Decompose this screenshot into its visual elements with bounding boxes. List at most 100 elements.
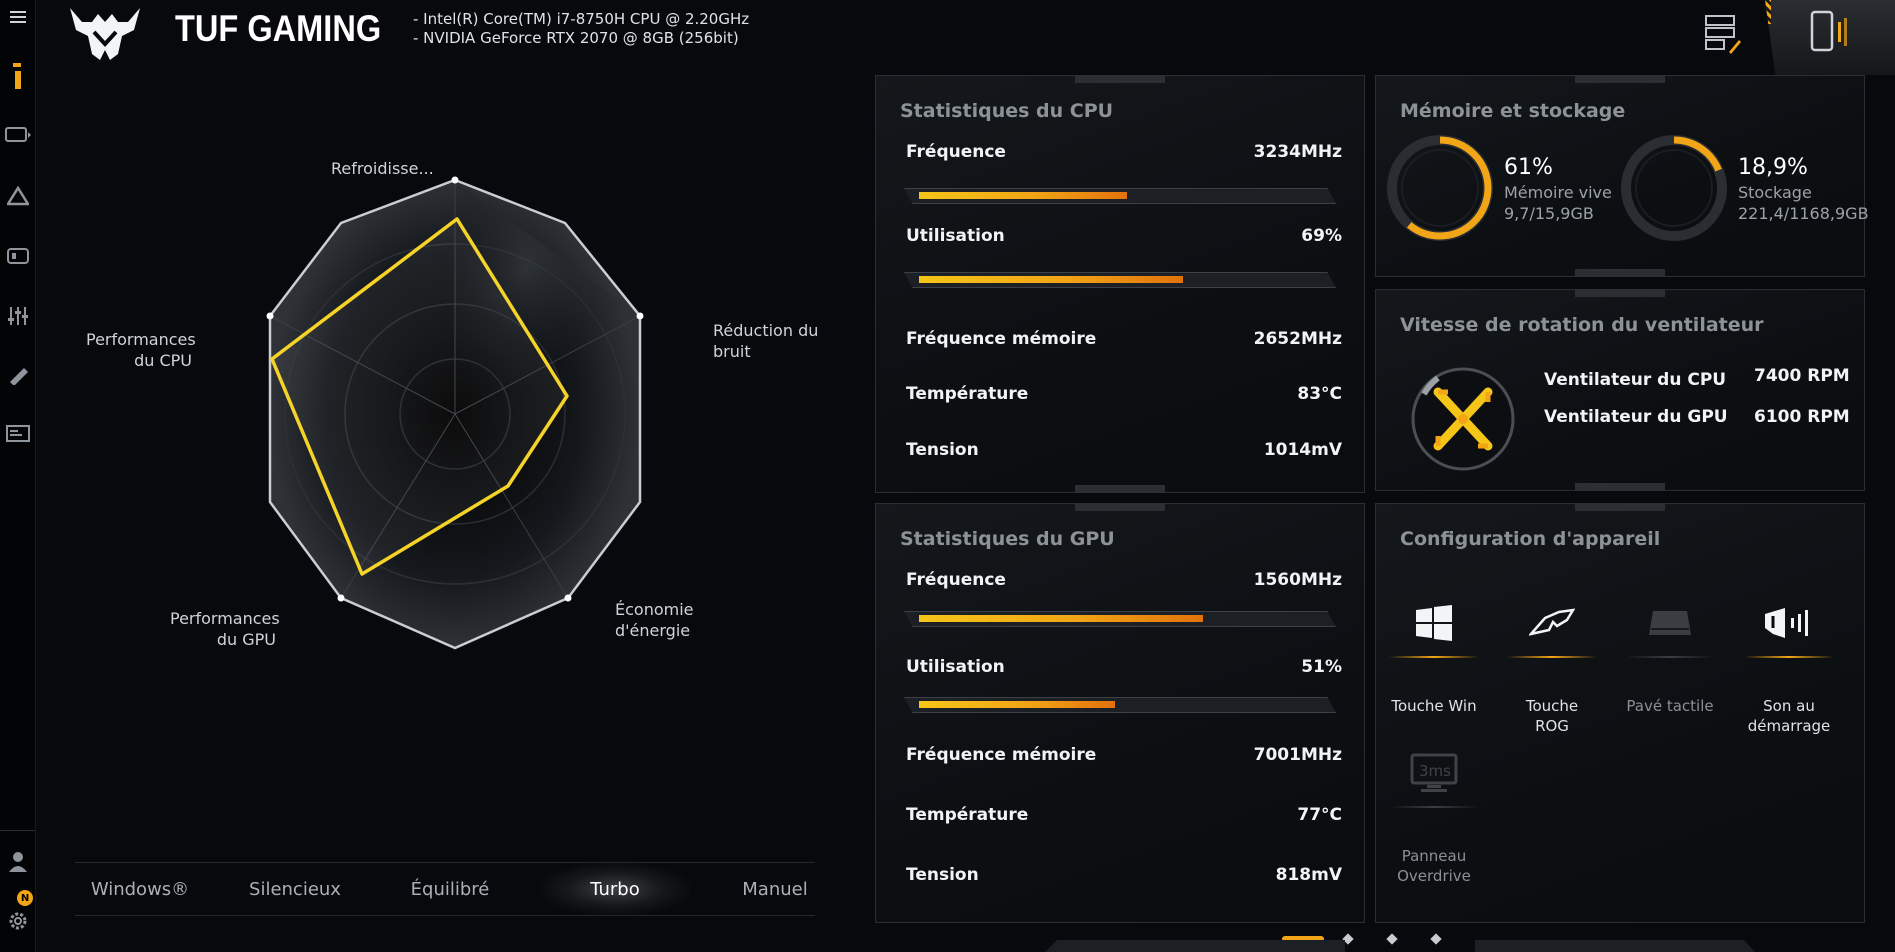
panel-notch-bottom [1575, 483, 1665, 491]
notification-badge: N [17, 890, 33, 906]
gpu-mem-freq-value: 7001MHz [1253, 745, 1342, 765]
panel-overdrive-toggle[interactable]: 3ms [1389, 738, 1479, 808]
panel-notch-top [1075, 503, 1165, 511]
panel-overdrive-indicator [1389, 806, 1479, 808]
gpu-frequency-bar [904, 611, 1336, 627]
page-dot-3 [1386, 933, 1398, 945]
scenario-profile-icon[interactable] [0, 180, 35, 212]
radar-vertex-energy [564, 594, 572, 602]
radar-label-cpu: Performances du CPU [86, 329, 196, 371]
touche-rog-toggle[interactable] [1507, 588, 1597, 658]
equalizer-icon[interactable] [0, 300, 35, 332]
mode-windows[interactable]: Windows® [75, 863, 205, 915]
edit-layout-button[interactable] [1700, 10, 1744, 56]
windows-icon [1416, 605, 1452, 641]
cpu-frequency-value: 3234MHz [1253, 142, 1342, 162]
storage-ring-gauge [1621, 135, 1727, 241]
ram-info: 61% Mémoire vive 9,7/15,9GB [1504, 154, 1612, 224]
radar-label-energy-line1: Économie [615, 600, 694, 619]
home-icon[interactable] [0, 60, 35, 92]
device-config-panel: Configuration d'appareil Touche Win Touc… [1375, 503, 1865, 923]
footer-bar-right [1475, 940, 1755, 952]
touche-rog-indicator [1507, 656, 1597, 658]
gpu-temp-value: 77°C [1297, 805, 1342, 825]
cpu-frequency-label: Fréquence [906, 142, 1006, 162]
overdrive-icon: 3ms [1410, 753, 1458, 792]
mode-balanced[interactable]: Équilibré [385, 863, 515, 915]
memory-panel-title: Mémoire et stockage [1400, 100, 1626, 122]
cpu-info: - Intel(R) Core(TM) i7-8750H CPU @ 2.20G… [413, 10, 750, 28]
gpu-temp-label: Température [906, 805, 1029, 825]
gpu-usage-bar [904, 697, 1336, 713]
panel-notch-bottom [1075, 485, 1165, 493]
ram-label: Mémoire vive [1504, 183, 1612, 202]
touchpad-icon [1649, 611, 1691, 635]
radar-label-noise: Réduction du bruit [713, 320, 818, 362]
game-visual-icon[interactable] [0, 240, 35, 272]
rog-icon [1529, 608, 1575, 636]
gpu-usage-value: 51% [1301, 657, 1342, 677]
hazard-stripe [1765, 0, 1771, 24]
fan-icon [1411, 367, 1515, 471]
radar-label-cpu-line1: Performances [86, 330, 196, 349]
boot-sound-toggle[interactable] [1744, 588, 1834, 658]
touche-win-indicator [1389, 656, 1479, 658]
panel-notch-top [1575, 289, 1665, 297]
cpu-frequency-bar [904, 188, 1336, 204]
radar-label-gpu-line1: Performances [170, 609, 280, 628]
cpu-usage-value: 69% [1301, 226, 1342, 246]
monitor-icon[interactable] [0, 418, 35, 450]
cpu-voltage-label: Tension [906, 440, 979, 460]
panel-notch-top [1075, 75, 1165, 83]
storage-detail: 221,4/1168,9GB [1738, 204, 1869, 223]
radar-label-gpu: Performances du GPU [170, 608, 280, 650]
operating-mode-selector: Windows® Silencieux Équilibré Turbo Manu… [75, 862, 815, 916]
cpu-panel-title: Statistiques du CPU [900, 100, 1114, 122]
ram-detail: 9,7/15,9GB [1504, 204, 1594, 223]
sidebar-divider [0, 830, 35, 831]
gpu-voltage-label: Tension [906, 865, 979, 885]
ram-percent: 61% [1504, 155, 1553, 180]
gpu-frequency-bar-fill [919, 615, 1203, 622]
cpu-fan-value: 7400 RPM [1754, 366, 1850, 386]
panel-notch-top [1575, 503, 1665, 511]
radar-label-cpu-line2: du CPU [134, 351, 192, 370]
touche-win-toggle[interactable] [1389, 588, 1479, 658]
mode-silent[interactable]: Silencieux [230, 863, 360, 915]
gpu-mem-freq-label: Fréquence mémoire [906, 745, 1097, 765]
mobile-device-icon [1810, 10, 1847, 52]
brand-title: TUF GAMING [175, 8, 382, 49]
cpu-mem-freq-value: 2652MHz [1253, 329, 1342, 349]
mode-manual[interactable]: Manuel [710, 863, 840, 915]
tools-icon[interactable] [0, 358, 35, 390]
radar-vertex-noise [636, 312, 644, 320]
mode-turbo[interactable]: Turbo [540, 863, 690, 915]
radar-vertex-cpu [266, 312, 274, 320]
touche-rog-label: Touche ROG [1525, 697, 1579, 735]
cpu-temp-value: 83°C [1297, 384, 1342, 404]
menu-icon[interactable] [0, 2, 35, 32]
boot-sound-icon [1765, 608, 1808, 638]
gpu-panel-title: Statistiques du GPU [900, 528, 1115, 550]
gpu-stats-panel: Statistiques du GPU Fréquence 1560MHz Ut… [875, 503, 1365, 923]
boot-sound-label: Son au démarrage [1747, 697, 1831, 735]
storage-info: 18,9% Stockage 221,4/1168,9GB [1738, 154, 1869, 224]
settings-gear-icon[interactable] [0, 906, 35, 936]
touchpad-toggle[interactable] [1625, 588, 1715, 658]
cpu-fan-label: Ventilateur du CPU [1544, 370, 1727, 390]
radar-label-gpu-line2: du GPU [216, 630, 276, 649]
memory-storage-panel: Mémoire et stockage 61% Mémoire vive 9,7… [1375, 75, 1869, 277]
panel-overdrive-label: Panneau Overdrive [1397, 847, 1471, 885]
cpu-frequency-bar-fill [919, 192, 1127, 199]
radar-label-cooling: Refroidisse... [331, 159, 434, 178]
gpu-usage-bar-fill [919, 701, 1115, 708]
keyboard-lighting-icon[interactable] [0, 118, 35, 150]
cpu-voltage-value: 1014mV [1263, 440, 1342, 460]
cpu-usage-bar-fill [919, 276, 1183, 283]
cpu-temp-label: Température [906, 384, 1029, 404]
gpu-frequency-label: Fréquence [906, 570, 1006, 590]
mini-mode-tab[interactable] [1765, 0, 1895, 75]
user-account-icon[interactable] [0, 846, 35, 876]
footer-bar-left [1045, 940, 1345, 952]
ram-ring-inner [1401, 149, 1479, 227]
